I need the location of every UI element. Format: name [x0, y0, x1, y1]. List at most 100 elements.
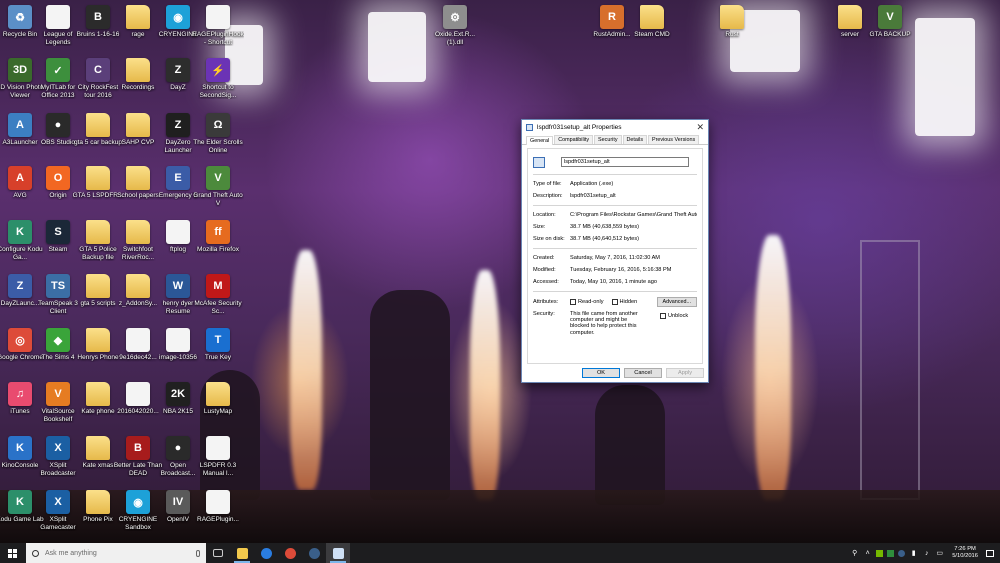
tab-previous-versions[interactable]: Previous Versions	[648, 135, 700, 144]
app-icon: ◉	[166, 5, 190, 29]
taskbar-chrome[interactable]	[278, 543, 302, 563]
folder-icon	[86, 274, 110, 298]
taskbar-properties-window[interactable]	[326, 543, 350, 563]
cancel-button[interactable]: Cancel	[624, 368, 662, 378]
modified-label: Modified:	[533, 266, 556, 273]
app-icon: T	[206, 328, 230, 352]
start-button[interactable]	[0, 543, 24, 563]
unblock-checkbox[interactable]: Unblock	[660, 313, 688, 336]
desktop-icon[interactable]: Rust	[706, 5, 758, 55]
app-icon: ff	[206, 220, 230, 244]
checkbox-box-icon	[570, 298, 576, 305]
attributes-label: Attributes:	[533, 298, 559, 305]
tab-compatibility[interactable]: Compatibility	[554, 135, 594, 144]
security-label: Security:	[533, 311, 555, 317]
unblock-label: Unblock	[668, 313, 689, 319]
shield-icon[interactable]	[887, 549, 895, 557]
desktop-icon-label: GTA BACKUP	[869, 31, 911, 38]
readonly-label: Read-only	[578, 298, 604, 305]
network-icon[interactable]: ▮	[909, 549, 918, 558]
desktop-icon[interactable]: V GTA BACKUP	[864, 5, 916, 55]
app-icon: W	[166, 274, 190, 298]
tab-general[interactable]: General	[526, 136, 554, 145]
security-message: This file came from another computer and…	[570, 311, 638, 336]
singer-silhouette	[370, 290, 450, 500]
desktop-icon-label: The Elder Scrolls Online	[193, 139, 243, 154]
divider	[533, 205, 697, 206]
apply-button[interactable]: Apply	[666, 368, 704, 378]
desktop-icon-label: RAGEPluginHook - Shortcut	[192, 31, 244, 46]
checkbox-box-icon	[611, 298, 618, 305]
type-label: Type of file:	[533, 180, 562, 187]
application-file-icon	[526, 124, 533, 131]
ok-button[interactable]: OK	[582, 368, 620, 378]
document-icon	[126, 382, 150, 406]
advanced-button[interactable]: Advanced...	[656, 296, 697, 307]
stage-light	[915, 18, 975, 136]
app-icon: V	[878, 5, 902, 29]
app-icon: ✓	[46, 58, 70, 82]
desktop-icon[interactable]: V Grand Theft Auto V	[192, 166, 244, 216]
tab-details[interactable]: Details	[622, 135, 648, 144]
folder-icon	[86, 328, 110, 352]
divider	[533, 248, 697, 249]
stage-light	[368, 12, 426, 82]
steam-tray-icon[interactable]	[898, 549, 906, 557]
app-icon: ⚙	[443, 5, 467, 29]
taskbar-file-explorer[interactable]	[230, 543, 254, 563]
action-center-icon[interactable]	[986, 549, 994, 557]
divider	[533, 291, 697, 292]
app-icon: 2K	[166, 382, 190, 406]
folder-icon	[126, 113, 150, 137]
app-icon: ♫	[8, 382, 32, 406]
dialog-title-bar[interactable]: lspdfr031setup_alt Properties ✕	[522, 120, 708, 135]
hidden-checkbox[interactable]: Hidden	[611, 298, 637, 305]
close-icon[interactable]: ✕	[696, 122, 704, 133]
desktop-icon[interactable]: LustyMap	[192, 382, 244, 432]
modified-value: Tuesday, February 16, 2016, 5:16:38 PM	[570, 266, 672, 273]
stage-flame	[755, 235, 791, 500]
desktop-icon[interactable]: ff Mozilla Firefox	[192, 220, 244, 270]
app-icon: R	[600, 5, 624, 29]
taskbar-edge[interactable]	[254, 543, 278, 563]
nvidia-icon[interactable]	[876, 549, 884, 557]
desktop-icon[interactable]: LSPDFR 0.3 Manual I...	[192, 436, 244, 486]
clock-date: 5/10/2016	[952, 553, 978, 559]
taskbar-clock[interactable]: 7:26 PM 5/10/2016	[952, 546, 978, 560]
folder-icon	[126, 166, 150, 190]
cortana-search-box[interactable]: Ask me anything	[26, 543, 206, 563]
hidden-icons-chevron-icon[interactable]: ˄	[863, 549, 872, 558]
app-icon: Ω	[206, 113, 230, 137]
folder-icon	[126, 58, 150, 82]
app-icon: V	[46, 382, 70, 406]
app-icon: Z	[166, 113, 190, 137]
desktop-icon[interactable]: ⚙ Oxide.Ext.R... (1).dll	[429, 5, 481, 55]
document-icon	[206, 490, 230, 514]
tab-security[interactable]: Security	[594, 135, 622, 144]
desktop-icon-label: True Key	[204, 354, 232, 361]
app-icon: ◎	[8, 328, 32, 352]
desktop-icon-label: LSPDFR 0.3 Manual I...	[199, 462, 237, 477]
app-icon: S	[46, 220, 70, 244]
folder-icon	[640, 5, 664, 29]
volume-icon[interactable]: ♪	[922, 549, 931, 558]
divider	[533, 174, 697, 175]
desktop-icon[interactable]: M McAfee Security Sc...	[192, 274, 244, 324]
taskbar-steam[interactable]	[302, 543, 326, 563]
desktop-icon[interactable]: RAGEPlugin...	[192, 490, 244, 540]
file-name-input[interactable]	[561, 157, 689, 167]
folder-icon	[126, 5, 150, 29]
window-icon	[332, 547, 344, 559]
task-view-button[interactable]	[206, 543, 230, 563]
desktop-icon[interactable]: Steam CMD	[626, 5, 678, 55]
desktop-icon[interactable]: RAGEPluginHook - Shortcut	[192, 5, 244, 55]
desktop-icon[interactable]: T True Key	[192, 328, 244, 378]
microphone-icon[interactable]	[196, 549, 200, 557]
app-icon: ●	[166, 436, 190, 460]
desktop-icon[interactable]: ⚡ Shortcut to SecondSig...	[192, 58, 244, 108]
people-icon[interactable]: ⚲	[850, 549, 859, 558]
readonly-checkbox[interactable]: Read-only	[570, 298, 604, 305]
desktop-icon[interactable]: Ω The Elder Scrolls Online	[192, 113, 244, 163]
app-icon: V	[206, 166, 230, 190]
keyboard-icon[interactable]: ▭	[935, 549, 944, 558]
